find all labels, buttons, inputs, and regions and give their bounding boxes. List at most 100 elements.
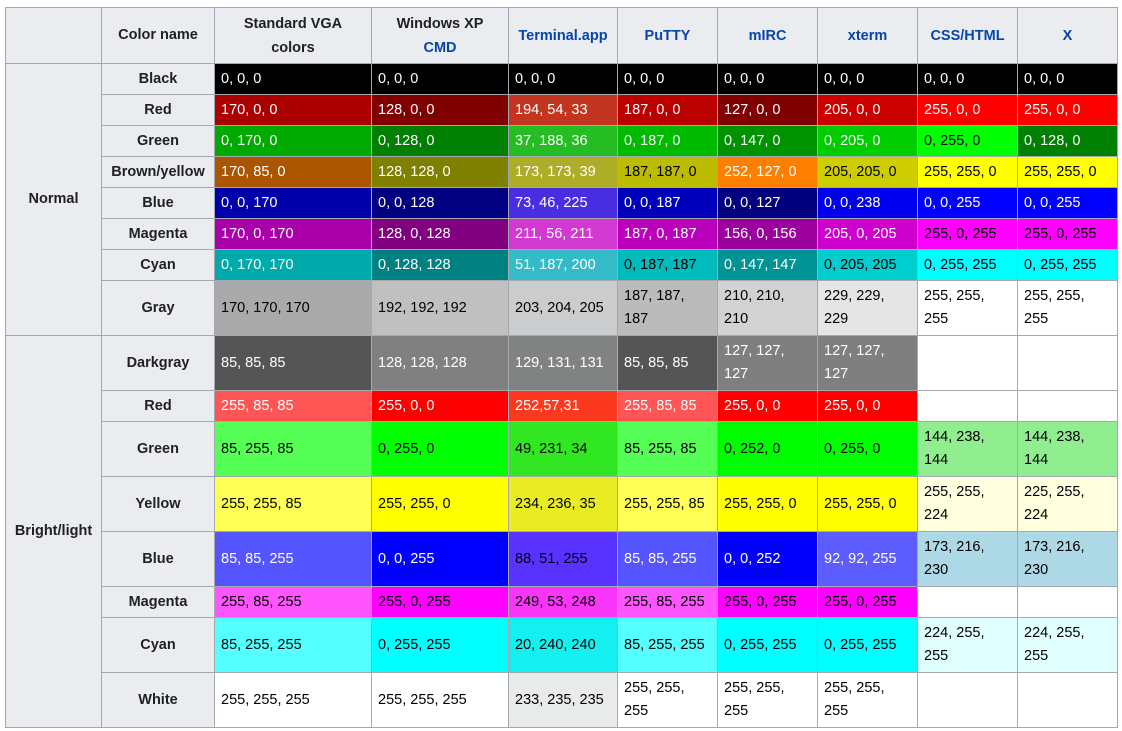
table-row: Blue 85, 85, 255 0, 0, 255 88, 51, 255 85, 8… xyxy=(6,531,1118,587)
color-value-cell: 255, 255, 255 xyxy=(717,672,818,728)
table-body: Normal Black 0, 0, 0 0, 0, 0 0, 0, 0 0, 0, 00… xyxy=(5,63,1118,728)
color-value-cell: 144, 238, 144 xyxy=(917,421,1018,477)
color-name-cell: Red xyxy=(101,390,215,422)
corner-header xyxy=(5,7,102,64)
color-value-cell xyxy=(917,390,1018,422)
color-value-cell: 0, 0, 0 xyxy=(617,63,718,95)
color-name-cell: Blue xyxy=(101,531,215,587)
color-name-cell: Green xyxy=(101,125,215,157)
group-label: Bright/light xyxy=(5,335,102,728)
table-row: Blue 0, 0, 170 0, 0, 128 73, 46, 225 0, 0, 1… xyxy=(6,187,1118,219)
color-value-cell xyxy=(917,586,1018,618)
color-value-cell: 0, 0, 127 xyxy=(717,187,818,219)
color-value-cell: 0, 0, 187 xyxy=(617,187,718,219)
color-value-cell: 255, 0, 0 xyxy=(1017,94,1118,126)
table-row: Yellow 255, 255, 85 255, 255, 0 234, 236, 3… xyxy=(6,476,1118,532)
color-name-cell: Cyan xyxy=(101,249,215,281)
color-value-cell: 187, 0, 187 xyxy=(617,218,718,250)
table-row: Cyan 85, 255, 255 0, 255, 255 20, 240, 240 8… xyxy=(6,617,1118,673)
column-header-line1[interactable]: CSS/HTML xyxy=(930,28,1004,44)
color-value-cell: 0, 128, 0 xyxy=(1017,125,1118,157)
group-label: Normal xyxy=(5,63,102,336)
color-value-cell: 85, 255, 85 xyxy=(617,421,718,477)
column-header-3[interactable]: Terminal.app xyxy=(508,7,618,64)
color-value-cell: 255, 255, 0 xyxy=(1017,156,1118,188)
color-name-cell: Green xyxy=(101,421,215,477)
color-table: Color name Standard VGA colors Windows XP C… xyxy=(5,7,1118,728)
column-header-line1[interactable]: X xyxy=(1063,28,1073,44)
color-value-cell: 0, 147, 147 xyxy=(717,249,818,281)
color-value-cell: 85, 85, 85 xyxy=(617,335,718,391)
column-header-line1[interactable]: PuTTY xyxy=(645,28,691,44)
color-value-cell xyxy=(1017,672,1118,728)
color-value-cell: 255, 0, 255 xyxy=(371,586,509,618)
table-row: Cyan 0, 170, 170 0, 128, 128 51, 187, 200 0,… xyxy=(6,249,1118,281)
column-header-5[interactable]: mIRC xyxy=(717,7,818,64)
color-value-cell: 88, 51, 255 xyxy=(508,531,618,587)
color-value-cell: 85, 255, 255 xyxy=(617,617,718,673)
table-row: Green 85, 255, 85 0, 255, 0 49, 231, 34 85, … xyxy=(6,421,1118,477)
color-name-cell: Magenta xyxy=(101,586,215,618)
color-value-cell: 210, 210, 210 xyxy=(717,280,818,336)
color-name-cell: Red xyxy=(101,94,215,126)
column-header-line1: Windows XP xyxy=(396,15,484,32)
color-value-cell: 233, 235, 235 xyxy=(508,672,618,728)
color-value-cell xyxy=(917,672,1018,728)
color-value-cell: 255, 0, 255 xyxy=(917,218,1018,250)
color-value-cell: 128, 128, 0 xyxy=(371,156,509,188)
color-value-cell: 211, 56, 211 xyxy=(508,218,618,250)
color-value-cell: 205, 0, 0 xyxy=(817,94,918,126)
color-value-cell: 203, 204, 205 xyxy=(508,280,618,336)
color-value-cell: 255, 0, 0 xyxy=(817,390,918,422)
table-row: Gray 170, 170, 170 192, 192, 192 203, 204, … xyxy=(6,280,1118,336)
color-value-cell: 51, 187, 200 xyxy=(508,249,618,281)
column-header-7[interactable]: CSS/HTML xyxy=(917,7,1018,64)
color-name-cell: Darkgray xyxy=(101,335,215,391)
color-value-cell: 92, 92, 255 xyxy=(817,531,918,587)
color-value-cell: 224, 255, 255 xyxy=(1017,617,1118,673)
color-value-cell: 255, 85, 255 xyxy=(617,586,718,618)
column-header-line1[interactable]: xterm xyxy=(848,28,888,44)
column-header-2[interactable]: Windows XP CMD xyxy=(371,7,509,64)
table-row: Normal Black 0, 0, 0 0, 0, 0 0, 0, 0 0, 0, 00… xyxy=(5,63,1118,336)
color-value-cell: 0, 252, 0 xyxy=(717,421,818,477)
color-value-cell: 187, 0, 0 xyxy=(617,94,718,126)
color-value-cell: 0, 0, 255 xyxy=(917,187,1018,219)
column-header-line1[interactable]: Terminal.app xyxy=(518,28,607,44)
color-value-cell: 255, 255, 0 xyxy=(817,476,918,532)
color-value-cell: 255, 255, 255 xyxy=(214,672,372,728)
color-value-cell: 0, 205, 205 xyxy=(817,249,918,281)
color-value-cell: 187, 187, 0 xyxy=(617,156,718,188)
color-value-cell: 128, 0, 0 xyxy=(371,94,509,126)
color-name-cell: Magenta xyxy=(101,218,215,250)
color-value-cell: 0, 255, 0 xyxy=(817,421,918,477)
color-value-cell: 255, 255, 255 xyxy=(617,672,718,728)
color-value-cell: 0, 0, 170 xyxy=(214,187,372,219)
column-header-line2[interactable]: CMD xyxy=(423,40,456,56)
column-header-line1[interactable]: mIRC xyxy=(749,28,787,44)
color-value-cell: 170, 85, 0 xyxy=(214,156,372,188)
color-value-cell: 0, 0, 0 xyxy=(917,63,1018,95)
table-row: White 255, 255, 255 255, 255, 255 233, 235,… xyxy=(6,672,1118,728)
color-value-cell: 37, 188, 36 xyxy=(508,125,618,157)
color-value-cell: 128, 128, 128 xyxy=(371,335,509,391)
color-value-cell: 192, 192, 192 xyxy=(371,280,509,336)
column-header-6[interactable]: xterm xyxy=(817,7,918,64)
color-name-cell: Cyan xyxy=(101,617,215,673)
column-header-8[interactable]: X xyxy=(1017,7,1118,64)
color-value-cell: 252, 127, 0 xyxy=(717,156,818,188)
color-value-cell: 255, 0, 0 xyxy=(371,390,509,422)
table-row: Red 170, 0, 0 128, 0, 0 194, 54, 33 187, 0, … xyxy=(6,94,1118,126)
color-value-cell: 173, 216, 230 xyxy=(1017,531,1118,587)
color-value-cell: 144, 238, 144 xyxy=(1017,421,1118,477)
color-name-cell: Yellow xyxy=(101,476,215,532)
column-header-line2: colors xyxy=(271,39,315,56)
column-header-4[interactable]: PuTTY xyxy=(617,7,718,64)
color-name-cell: Blue xyxy=(101,187,215,219)
color-name-cell: White xyxy=(101,672,215,728)
color-name-header: Color name xyxy=(101,7,215,64)
color-value-cell: 127, 0, 0 xyxy=(717,94,818,126)
color-value-cell: 205, 0, 205 xyxy=(817,218,918,250)
color-value-cell: 234, 236, 35 xyxy=(508,476,618,532)
color-value-cell xyxy=(1017,390,1118,422)
